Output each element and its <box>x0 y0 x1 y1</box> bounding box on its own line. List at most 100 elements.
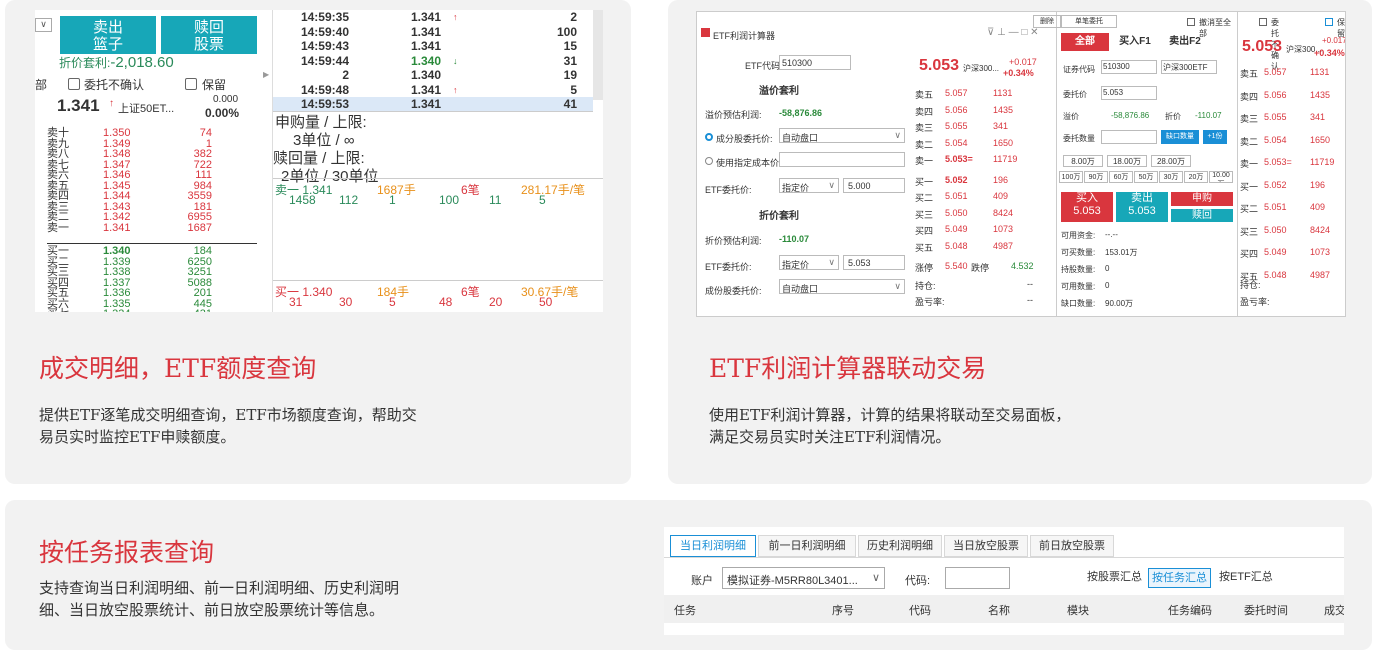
window-controls[interactable]: ⊽ ⊥ — □ ✕ <box>987 27 1039 38</box>
bid-volume: 431 <box>194 309 212 313</box>
premium-title: 溢价套利 <box>759 86 799 97</box>
plus-one-button[interactable]: +1份 <box>1203 130 1227 144</box>
queue-order: 50 <box>539 295 553 309</box>
cost-radio[interactable] <box>705 133 713 141</box>
ask-level: 卖一 <box>47 221 69 234</box>
scrollbar[interactable] <box>593 10 603 100</box>
lot-shortcut-button[interactable]: 30万 <box>1159 171 1183 183</box>
tick-border <box>273 10 593 112</box>
queue-divider <box>273 178 603 179</box>
ob-volume: 1435 <box>993 104 1014 115</box>
custom-cost-label: 使用指定成本价: <box>716 158 782 168</box>
report-tab[interactable]: 前一日利润明细 <box>758 535 856 557</box>
code-input[interactable] <box>945 567 1010 589</box>
code-input[interactable]: 510300 <box>1101 60 1157 74</box>
cost-select[interactable]: 自动盘口 ∨ <box>779 128 905 143</box>
sell-basket-button[interactable]: 卖出 篮子 <box>60 16 156 54</box>
delete-button[interactable]: 删除 <box>1033 15 1061 28</box>
lot-button[interactable]: 28.00万 <box>1151 155 1191 167</box>
etf-price-mode-select-2[interactable]: 指定价 ∨ <box>779 255 839 270</box>
last-price: 1.341 <box>57 96 100 115</box>
summary-filter-button[interactable]: 按任务汇总 <box>1148 568 1211 588</box>
change-pct: 0.00% <box>205 106 240 120</box>
single-order-button[interactable]: 单笔委托 <box>1061 15 1117 28</box>
trade-button-price: 5.053 <box>1128 205 1156 217</box>
trade-button-label: 买入 <box>1076 192 1098 204</box>
ob-level: 卖五 <box>915 90 934 100</box>
report-tab[interactable]: 前日放空股票 <box>1030 535 1114 557</box>
limit-down: 4.532 <box>1011 261 1034 271</box>
hold-value: -- <box>1027 279 1033 289</box>
limit-up-label: 涨停 <box>915 263 934 273</box>
ob-level: 卖四 <box>915 106 934 117</box>
report-tab[interactable]: 历史利润明细 <box>858 535 942 557</box>
card-title: 成交明细，ETF额度查询 <box>39 354 317 383</box>
trade-panel: 删除 单笔委托 撤消至全部 委托不确认 保留 全部 买入F1 卖出F2 证券代码 委托价 溢价 委托数… <box>1033 12 1345 316</box>
feature-card-trade-detail: ∨ 卖出 篮子 赎回 股票 折价套利:-2,018.60 部 委托不确认 保留 1.… <box>5 0 631 484</box>
ob-volume: 409 <box>993 191 1009 201</box>
etf-code-input[interactable]: 510300 <box>779 55 851 70</box>
redeem-stock-button[interactable]: 赎回 股票 <box>161 16 257 54</box>
summary-filter-button[interactable]: 按股票汇总 <box>1084 568 1145 588</box>
cost-radio-label: 成分股委托价: <box>716 134 773 144</box>
account-select[interactable]: 模拟证券-M5RR80L3401... ∨ <box>722 567 885 589</box>
code-name: 沪深300ETF <box>1161 60 1217 74</box>
lot-shortcut-button[interactable]: 60万 <box>1109 171 1133 183</box>
stock-price-select[interactable]: 自动盘口 ∨ <box>779 279 905 294</box>
trade-tab[interactable]: 买入F1 <box>1111 33 1159 51</box>
summary-filter-button[interactable]: 按ETF汇总 <box>1216 568 1276 588</box>
dept-label: 部 <box>35 78 48 92</box>
lot-shortcut-button[interactable]: 100万 <box>1059 171 1083 183</box>
fund-label: 持股数量: <box>1061 265 1096 274</box>
ask-row: 卖一 1.341 1687 <box>47 221 212 234</box>
fund-value: 90.00万 <box>1105 299 1134 308</box>
lot-shortcut-button[interactable]: 50万 <box>1134 171 1158 183</box>
ob-level: 买一 <box>915 176 934 187</box>
report-tab[interactable]: 当日放空股票 <box>944 535 1028 557</box>
no-confirm-checkbox[interactable] <box>68 78 80 90</box>
fund-value: --.-- <box>1105 230 1118 239</box>
sell-button[interactable]: 卖出 5.053 <box>1116 192 1168 222</box>
queue-order: 1458 <box>289 193 316 207</box>
etf-price-input[interactable]: 5.000 <box>843 178 905 193</box>
queue-order: 30 <box>339 295 353 309</box>
etf-price-input-2[interactable]: 5.053 <box>843 255 905 270</box>
fund-label: 可用数量: <box>1061 282 1096 291</box>
keep-checkbox[interactable] <box>185 78 197 90</box>
ob-level: 卖一 <box>1240 159 1259 169</box>
ob-level: 买四 <box>1240 249 1259 259</box>
ob-price: 5.048 <box>1264 269 1287 280</box>
lot-button[interactable]: 18.00万 <box>1107 155 1147 167</box>
chevron-down-icon[interactable]: ∨ <box>35 18 52 32</box>
lot-shortcut-button[interactable]: 90万 <box>1084 171 1108 183</box>
option-checkbox[interactable] <box>1187 18 1195 26</box>
price-input[interactable]: 5.053 <box>1101 86 1157 100</box>
bid-price: 1.334 <box>103 309 131 313</box>
qty-input[interactable] <box>1101 130 1157 144</box>
right-quote-price: 5.053 <box>1242 38 1283 55</box>
discount-label: 折价 <box>1165 112 1181 121</box>
lot-shortcut-button[interactable]: 20万 <box>1184 171 1208 183</box>
ob-level: 卖三 <box>915 123 934 133</box>
ob-price: 5.056 <box>1264 89 1287 100</box>
gap-qty-button[interactable]: 缺口数量 <box>1161 130 1199 144</box>
trade-tab[interactable]: 全部 <box>1061 33 1109 51</box>
ob-price: 5.053= <box>945 154 973 164</box>
trade-field-label: 委托数量 <box>1063 134 1095 143</box>
ob-price: 5.049 <box>945 224 968 234</box>
custom-cost-input[interactable] <box>779 152 905 167</box>
subscribe-button[interactable]: 申购 <box>1171 192 1233 206</box>
lot-button[interactable]: 8.00万 <box>1063 155 1103 167</box>
report-tab[interactable]: 当日利润明细 <box>670 535 756 557</box>
lot-shortcut-button[interactable]: 10.00万 <box>1209 171 1233 183</box>
change-abs: 0.000 <box>213 94 239 105</box>
etf-price-mode-select[interactable]: 指定价 ∨ <box>779 178 839 193</box>
triangle-right-icon: ▶ <box>263 70 270 79</box>
buy-button[interactable]: 买入 5.053 <box>1061 192 1113 222</box>
redeem-button[interactable]: 赎回 <box>1171 209 1233 222</box>
app-logo-icon <box>701 28 710 37</box>
custom-cost-radio[interactable] <box>705 157 713 165</box>
stock-price-label: 成份股委托价: <box>705 286 762 296</box>
ob-volume: 4987 <box>1310 269 1331 280</box>
trade-tab[interactable]: 卖出F2 <box>1161 33 1209 51</box>
